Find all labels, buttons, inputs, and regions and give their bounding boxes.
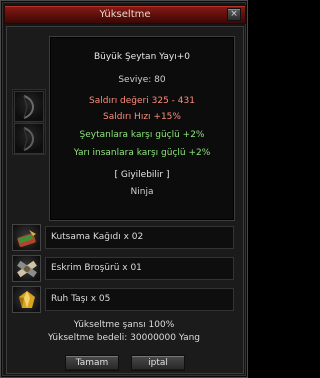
item-preview [12, 89, 46, 155]
bow-icon [23, 126, 34, 151]
wearable-label: [ Giyilebilir ] [114, 170, 170, 180]
upgrade-cost: Yükseltme bedeli: 30000000 Yang [47, 333, 201, 343]
material-label-box: Kutsama Kağıdı x 02 [45, 226, 234, 249]
material-label: Ruh Taşı x 05 [51, 294, 111, 304]
material-slot[interactable] [12, 286, 41, 313]
item-name: Büyük Şeytan Yayı+0 [93, 52, 191, 62]
material-row: Eskrim Broşürü x 01 [12, 255, 236, 282]
material-row: Kutsama Kağıdı x 02 [12, 224, 236, 251]
material-label: Eskrim Broşürü x 01 [51, 263, 142, 273]
title-bar[interactable]: Yükseltme × [4, 5, 246, 24]
close-icon: × [230, 9, 238, 19]
close-button[interactable]: × [227, 8, 241, 21]
material-slot[interactable] [12, 224, 41, 251]
item-tooltip: Büyük Şeytan Yayı+0 Seviye: 80 Saldırı d… [49, 36, 235, 221]
material-label-box: Ruh Taşı x 05 [45, 288, 234, 311]
upgrade-chance: Yükseltme şansı 100% [73, 320, 175, 330]
material-row: Ruh Taşı x 05 [12, 286, 236, 313]
material-slot[interactable] [12, 255, 41, 282]
bonus-vs-devils: Şeytanlara karşı güçlü +2% [79, 130, 205, 140]
preview-slot-bottom[interactable] [14, 123, 44, 154]
bonus-vs-half-humans: Yarı insanlara karşı güçlü +2% [73, 148, 211, 158]
class-label: Ninja [130, 187, 154, 197]
item-level: Seviye: 80 [118, 75, 166, 85]
spirit-stone-icon [18, 290, 35, 308]
material-label: Kutsama Kağıdı x 02 [51, 232, 144, 242]
material-label-box: Eskrim Broşürü x 01 [45, 257, 234, 280]
preview-slot-top[interactable] [14, 91, 44, 122]
window-title: Yükseltme [99, 9, 151, 20]
cancel-button[interactable]: iptal [131, 355, 185, 371]
ok-button[interactable]: Tamam [65, 355, 119, 371]
upgrade-window: Yükseltme × Büyük Şeytan Yayı+0 Seviye: … [0, 0, 248, 378]
attack-speed: Saldırı Hızı +15% [103, 112, 181, 122]
blessing-scroll-icon [16, 229, 36, 247]
attack-value: Saldırı değeri 325 - 431 [89, 96, 195, 106]
fencing-brochure-icon [16, 260, 37, 277]
bow-icon [23, 94, 34, 119]
